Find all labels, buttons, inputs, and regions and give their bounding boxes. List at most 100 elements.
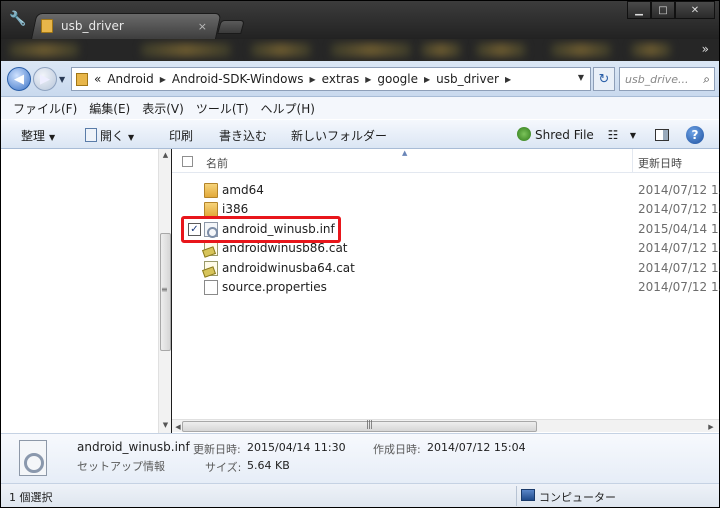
chevron-right-icon[interactable]: ▶	[160, 75, 166, 84]
folder-icon	[204, 202, 218, 217]
nav-scrollbar[interactable]: ▲ ≡ ▼	[158, 149, 171, 433]
open-icon	[85, 128, 97, 142]
bookmark-blurred[interactable]	[9, 43, 79, 57]
file-name: androidwinusba64.cat	[222, 261, 355, 275]
address-bar: ◀ ▶ ▼ « Android ▶ Android-SDK-Windows ▶ …	[1, 61, 719, 97]
bookmark-blurred[interactable]	[331, 43, 411, 57]
chevron-right-icon[interactable]: ▶	[505, 75, 511, 84]
wrench-icon[interactable]: 🔧	[9, 11, 26, 27]
chevron-down-icon[interactable]: ▼	[625, 127, 641, 143]
preview-pane-icon[interactable]	[655, 129, 669, 141]
folder-icon	[204, 183, 218, 198]
column-date-modified[interactable]: 更新日時	[638, 155, 682, 171]
details-modified-label: 更新日時:	[193, 443, 241, 456]
menu-file[interactable]: ファイル(F)	[13, 100, 77, 117]
file-name: source.properties	[222, 280, 327, 294]
tab-title: usb_driver	[61, 19, 124, 33]
list-item[interactable]: androidwinusba64.cat 2014/07/12 15	[172, 259, 720, 278]
menu-tools[interactable]: ツール(T)	[196, 100, 249, 117]
details-size-value: 5.64 KB	[247, 459, 290, 472]
security-catalog-icon	[204, 241, 218, 256]
computer-icon	[521, 489, 535, 501]
column-divider[interactable]	[632, 149, 633, 173]
explorer-window: 🔧 usb_driver × ▁ □ ✕ » ◀ ▶ ▼ « Android ▶…	[0, 0, 720, 508]
breadcrumb-android[interactable]: Android	[107, 72, 153, 86]
organize-button[interactable]: 整理 ▼	[21, 127, 55, 144]
bookmark-blurred[interactable]	[631, 43, 671, 57]
chevron-right-icon[interactable]: ▶	[424, 75, 430, 84]
shred-label: Shred File	[535, 128, 594, 142]
scroll-right-icon[interactable]: ▶	[705, 420, 717, 433]
breadcrumb-google[interactable]: google	[377, 72, 418, 86]
list-item[interactable]: amd64 2014/07/12 15	[172, 181, 720, 200]
tab-usb-driver[interactable]: usb_driver ×	[41, 15, 211, 37]
window-controls: ▁ □ ✕	[627, 1, 715, 19]
bookmark-blurred[interactable]	[476, 43, 526, 57]
search-icon[interactable]: ⌕	[703, 72, 710, 87]
organize-label: 整理	[21, 129, 46, 143]
maximize-button[interactable]: □	[651, 1, 675, 19]
menu-edit[interactable]: 編集(E)	[89, 100, 130, 117]
history-dropdown-icon[interactable]: ▼	[59, 75, 65, 84]
chevron-down-icon: ▼	[128, 133, 135, 142]
more-bookmarks-icon[interactable]: »	[702, 42, 709, 56]
new-tab-button[interactable]	[217, 20, 245, 34]
bookmark-blurred[interactable]	[551, 43, 611, 57]
select-all-checkbox[interactable]	[182, 156, 193, 167]
scrollbar-thumb[interactable]	[182, 421, 537, 432]
menu-view[interactable]: 表示(V)	[142, 100, 184, 117]
file-date: 2014/07/12 15	[638, 280, 720, 294]
menu-help[interactable]: ヘルプ(H)	[261, 100, 315, 117]
details-created-value: 2014/07/12 15:04	[427, 441, 526, 454]
chevron-down-icon[interactable]: ▼	[578, 73, 584, 82]
new-folder-button[interactable]: 新しいフォルダー	[291, 127, 387, 144]
close-button[interactable]: ✕	[675, 1, 715, 19]
scroll-up-icon[interactable]: ▲	[159, 149, 172, 161]
bookmark-blurred[interactable]	[421, 43, 461, 57]
breadcrumb-android-sdk-windows[interactable]: Android-SDK-Windows	[172, 72, 304, 86]
list-item[interactable]: source.properties 2014/07/12 15	[172, 278, 720, 297]
folder-icon	[76, 72, 88, 86]
open-button[interactable]: 開く ▼	[85, 127, 134, 144]
details-file-type: セットアップ情報	[77, 460, 165, 473]
setup-info-icon	[19, 440, 47, 476]
back-button[interactable]: ◀	[7, 67, 31, 91]
sort-up-icon: ▲	[402, 149, 408, 157]
help-icon[interactable]: ?	[686, 126, 704, 144]
navigation-pane[interactable]: ▲ ≡ ▼	[1, 149, 171, 433]
minimize-button[interactable]: ▁	[627, 1, 651, 19]
shred-icon	[517, 127, 531, 141]
column-name[interactable]: 名前	[206, 155, 228, 171]
breadcrumb-extras[interactable]: extras	[322, 72, 360, 86]
status-divider	[516, 486, 517, 506]
breadcrumb[interactable]: « Android ▶ Android-SDK-Windows ▶ extras…	[71, 67, 591, 91]
breadcrumb-overflow[interactable]: «	[94, 72, 101, 86]
chevron-right-icon[interactable]: ▶	[310, 75, 316, 84]
details-modified-value: 2015/04/14 11:30	[247, 441, 346, 454]
print-button[interactable]: 印刷	[169, 127, 193, 144]
shred-file-button[interactable]: Shred File	[517, 127, 594, 142]
security-catalog-icon	[204, 261, 218, 276]
chevron-right-icon[interactable]: ▶	[365, 75, 371, 84]
open-label: 開く	[100, 129, 125, 143]
forward-button[interactable]: ▶	[33, 67, 57, 91]
selection-count: 1 個選択	[9, 491, 53, 504]
status-bar: 1 個選択 コンピューター	[1, 483, 719, 507]
grip-icon: |||	[366, 420, 373, 430]
burn-button[interactable]: 書き込む	[219, 127, 267, 144]
breadcrumb-usb-driver[interactable]: usb_driver	[436, 72, 499, 86]
scroll-down-icon[interactable]: ▼	[159, 419, 172, 431]
document-icon	[204, 280, 218, 295]
command-bar: 整理 ▼ 開く ▼ 印刷 書き込む 新しいフォルダー Shred File ☷ ▼ …	[1, 119, 719, 149]
search-placeholder: usb_drive...	[625, 72, 689, 86]
bookmark-blurred[interactable]	[141, 43, 231, 57]
bookmark-blurred[interactable]	[251, 43, 311, 57]
tab-close-icon[interactable]: ×	[198, 20, 211, 33]
view-options-icon[interactable]: ☷	[605, 127, 621, 143]
search-input[interactable]: usb_drive... ⌕	[619, 67, 715, 91]
horizontal-scrollbar[interactable]: ◀ ||| ▶	[172, 419, 719, 432]
details-created-label: 作成日時:	[373, 443, 421, 456]
file-date: 2015/04/14 11	[638, 222, 720, 236]
refresh-button[interactable]: ↻	[593, 67, 615, 91]
details-file-name: android_winusb.inf	[77, 440, 190, 454]
